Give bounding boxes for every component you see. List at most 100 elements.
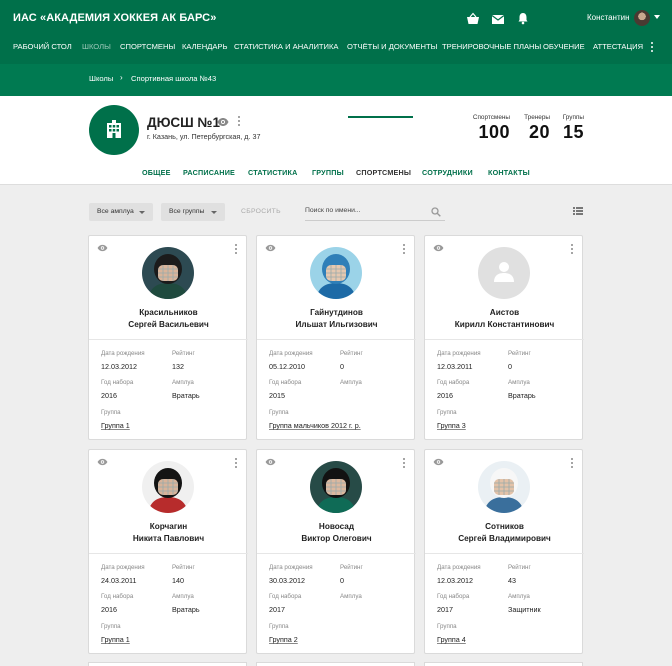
athlete-name[interactable]: Гайнутдинов Ильшат Ильгизович — [257, 307, 416, 331]
tab-5[interactable]: СОТРУДНИКИ — [422, 168, 473, 177]
athlete-card[interactable]: Гайнутдинов Ильшат Ильгизович Дата рождени… — [256, 235, 416, 440]
breadcrumb-schools[interactable]: Школы — [89, 74, 113, 83]
app-title[interactable]: ИАС «АКАДЕМИЯ ХОККЕЯ АК БАРС» — [13, 12, 216, 24]
athlete-last-name: Гайнутдинов — [310, 308, 363, 317]
eye-icon[interactable] — [433, 244, 444, 252]
group-link[interactable]: Группа 1 — [101, 635, 130, 644]
card-more-icon[interactable] — [571, 458, 574, 470]
eye-icon[interactable] — [433, 458, 444, 466]
search-input[interactable] — [305, 207, 425, 214]
nav-item-1[interactable]: ШКОЛЫ — [82, 42, 111, 51]
group-link[interactable]: Группа 3 — [437, 421, 466, 430]
card-more-icon[interactable] — [403, 244, 406, 256]
group-label: Группа — [269, 409, 289, 416]
card-more-icon[interactable] — [403, 458, 406, 470]
rating-label: Рейтинг — [508, 564, 531, 571]
person-icon — [494, 262, 514, 282]
birth-value: 05.12.2010 — [269, 362, 305, 371]
athlete-last-name: Сотников — [485, 522, 524, 531]
group-link[interactable]: Группа 2 — [269, 635, 298, 644]
eye-icon[interactable] — [97, 244, 108, 252]
role-value: Вратарь — [508, 391, 536, 400]
group-label: Группа — [437, 623, 457, 630]
role-value: Защитник — [508, 605, 541, 614]
athlete-last-name: Красильников — [139, 308, 198, 317]
group-link[interactable]: Группа 1 — [101, 421, 130, 430]
athlete-first-name: Ильшат Ильгизович — [295, 320, 378, 329]
birth-value: 12.03.2012 — [437, 576, 473, 585]
athlete-card[interactable]: Сотников Сергей Владимирович Дата рождения… — [424, 449, 584, 654]
card-more-icon[interactable] — [235, 458, 238, 470]
nav-item-6[interactable]: ТРЕНИРОВОЧНЫЕ ПЛАНЫ — [442, 42, 541, 51]
athlete-card[interactable]: Новосад Виктор Олегович Дата рождения 30.03… — [256, 449, 416, 654]
rating-value: 43 — [508, 576, 516, 585]
eye-icon[interactable] — [217, 117, 229, 127]
athlete-card[interactable]: Красильников Сергей Васильевич Дата рожден… — [88, 235, 248, 440]
basket-icon[interactable] — [466, 12, 480, 26]
athlete-card[interactable]: Корчагин Никита Павлович Дата рождения 24.0… — [88, 449, 248, 654]
athlete-name[interactable]: Красильников Сергей Васильевич — [89, 307, 248, 331]
school-more-icon[interactable] — [238, 116, 241, 128]
tab-4[interactable]: СПОРТСМЕНЫ — [356, 168, 411, 177]
nav-item-4[interactable]: СТАТИСТИКА И АНАЛИТИКА — [234, 42, 339, 51]
athlete-name[interactable]: Сотников Сергей Владимирович — [425, 521, 584, 545]
card-more-icon[interactable] — [571, 244, 574, 256]
chevron-down-icon[interactable] — [654, 15, 660, 19]
group-filter[interactable]: Все группы — [161, 203, 225, 221]
group-link[interactable]: Группа мальчиков 2012 г. р. — [269, 421, 361, 430]
divider — [257, 553, 416, 554]
group-link[interactable]: Группа 4 — [437, 635, 466, 644]
app-header: ИАС «АКАДЕМИЯ ХОККЕЯ АК БАРС» Константин… — [0, 0, 672, 64]
nav-item-2[interactable]: СПОРТСМЕНЫ — [120, 42, 175, 51]
user-name[interactable]: Константин — [587, 13, 630, 22]
breadcrumb-separator: › — [120, 73, 123, 82]
birth-value: 24.03.2011 — [101, 576, 137, 585]
nav-item-0[interactable]: РАБОЧИЙ СТОЛ — [13, 42, 72, 51]
search-icon[interactable] — [431, 207, 441, 217]
role-value: Вратарь — [172, 391, 200, 400]
reset-button[interactable]: СБРОСИТЬ — [241, 208, 281, 215]
role-label: Амплуа — [172, 379, 194, 386]
eye-icon[interactable] — [265, 244, 276, 252]
birth-label: Дата рождения — [437, 350, 481, 357]
role-label: Амплуа — [340, 593, 362, 600]
athlete-card[interactable]: Аистов Кирилл Константинович Дата рождения… — [424, 235, 584, 440]
eye-icon[interactable] — [265, 458, 276, 466]
year-label: Год набора — [101, 593, 134, 600]
bell-icon[interactable] — [516, 11, 530, 25]
athlete-photo — [142, 247, 194, 299]
breadcrumb-current[interactable]: Спортивная школа №43 — [131, 74, 216, 83]
tab-3[interactable]: ГРУППЫ — [312, 168, 344, 177]
role-filter[interactable]: Все амплуа — [89, 203, 153, 221]
eye-icon[interactable] — [97, 458, 108, 466]
athlete-name[interactable]: Корчагин Никита Павлович — [89, 521, 248, 545]
year-value: 2016 — [101, 391, 117, 400]
athlete-photo — [310, 247, 362, 299]
tab-2[interactable]: СТАТИСТИКА — [248, 168, 297, 177]
role-label: Амплуа — [508, 593, 530, 600]
year-label: Год набора — [437, 593, 470, 600]
card-stub — [424, 662, 583, 666]
nav-item-8[interactable]: АТТЕСТАЦИЯ — [593, 42, 643, 51]
athlete-name[interactable]: Аистов Кирилл Константинович — [425, 307, 584, 331]
list-view-icon[interactable] — [573, 207, 583, 215]
card-more-icon[interactable] — [235, 244, 238, 256]
more-menu-icon[interactable] — [651, 42, 654, 54]
user-avatar[interactable] — [634, 10, 650, 26]
athlete-photo — [310, 461, 362, 513]
mail-icon[interactable] — [491, 12, 505, 26]
nav-item-3[interactable]: КАЛЕНДАРЬ — [182, 42, 227, 51]
dropdown-arrow-icon — [139, 211, 145, 214]
tab-1[interactable]: РАСПИСАНИЕ — [183, 168, 235, 177]
nav-item-5[interactable]: ОТЧЁТЫ И ДОКУМЕНТЫ — [347, 42, 437, 51]
athlete-photo — [142, 461, 194, 513]
nav-item-7[interactable]: ОБУЧЕНИЕ — [543, 42, 585, 51]
year-value: 2016 — [101, 605, 117, 614]
tab-6[interactable]: КОНТАКТЫ — [488, 168, 530, 177]
tab-0[interactable]: ОБЩЕЕ — [142, 168, 171, 177]
search-field[interactable] — [305, 203, 445, 221]
rating-value: 132 — [172, 362, 184, 371]
athlete-name[interactable]: Новосад Виктор Олегович — [257, 521, 416, 545]
breadcrumb: Школы › Спортивная школа №43 — [0, 64, 672, 96]
school-address: г. Казань, ул. Петербургская, д. 37 — [147, 132, 261, 141]
